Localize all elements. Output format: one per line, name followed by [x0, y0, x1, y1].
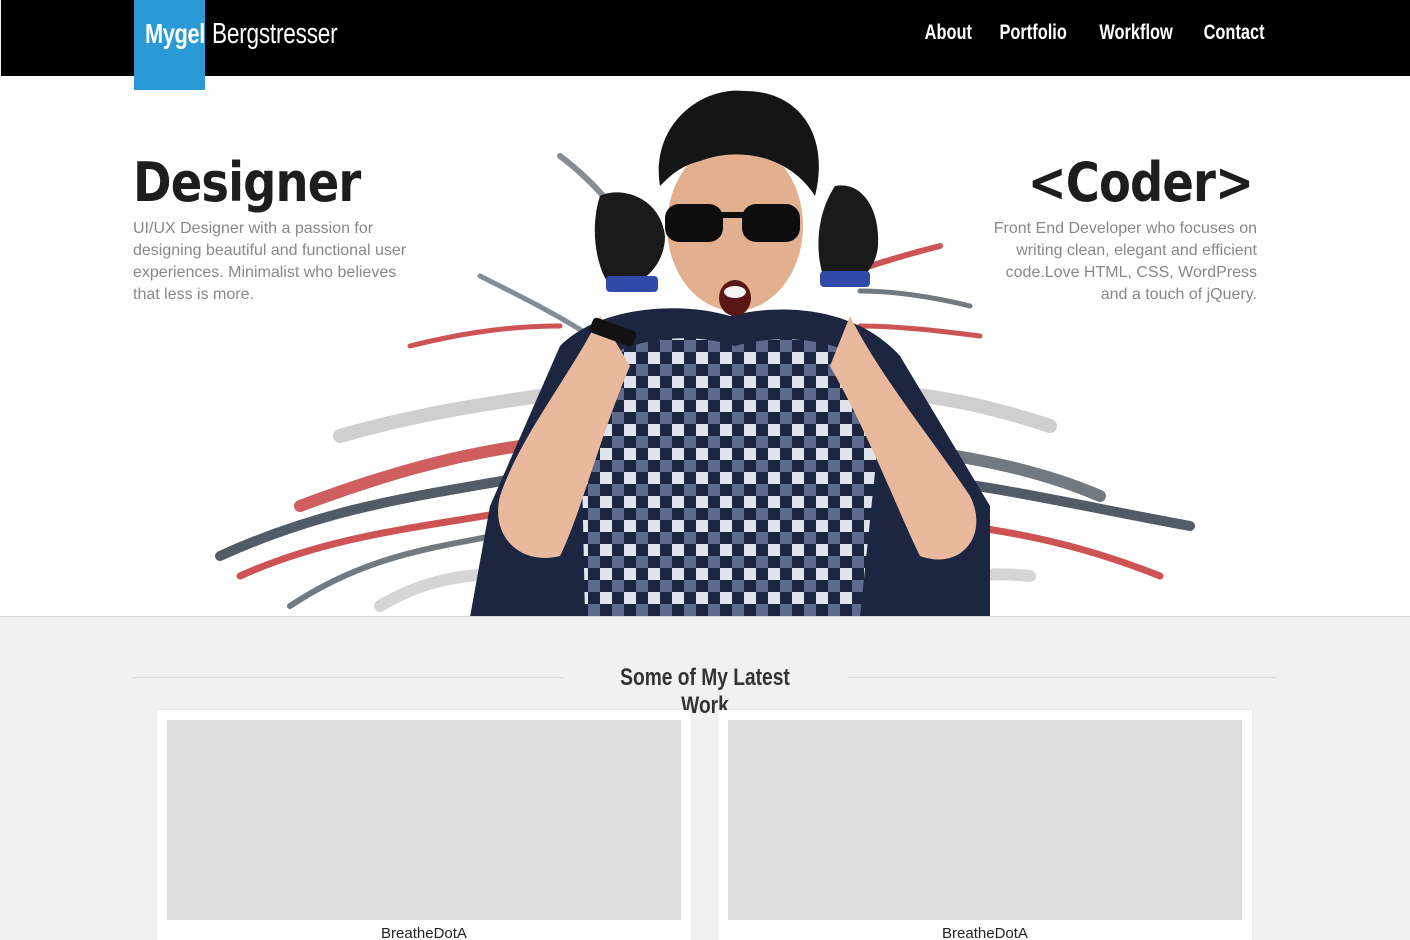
heading-divider-left [133, 677, 563, 678]
main-nav: About Portfolio Workflow Contact [924, 21, 1267, 45]
designer-description: UI/UX Designer with a passion for design… [133, 220, 407, 303]
portfolio-card-title[interactable]: BreatheDotA [718, 925, 1252, 940]
portfolio-thumbnail[interactable] [728, 720, 1242, 920]
hero-section: Designer UI/UX Designer with a passion f… [0, 76, 1410, 617]
heading-divider-right [848, 677, 1276, 678]
coder-heading: <Coder> [1027, 151, 1254, 214]
hero-divider [0, 616, 1410, 617]
portfolio-card[interactable]: BreatheDotA [718, 710, 1252, 940]
logo-first-name[interactable]: Mygel [145, 18, 205, 50]
designer-heading: Designer [133, 151, 361, 214]
portfolio-card[interactable]: BreatheDotA [157, 710, 691, 940]
coder-description: Front End Developer who focuses on writi… [993, 220, 1257, 303]
nav-portfolio-link[interactable]: Portfolio [1000, 21, 1067, 45]
logo-last-name[interactable]: Bergstresser [212, 18, 338, 51]
nav-about-link[interactable]: About [924, 21, 971, 45]
nav-contact-link[interactable]: Contact [1203, 21, 1264, 45]
nav-workflow-link[interactable]: Workflow [1099, 21, 1172, 45]
portfolio-card-title[interactable]: BreatheDotA [157, 925, 691, 940]
portfolio-thumbnail[interactable] [167, 720, 681, 920]
